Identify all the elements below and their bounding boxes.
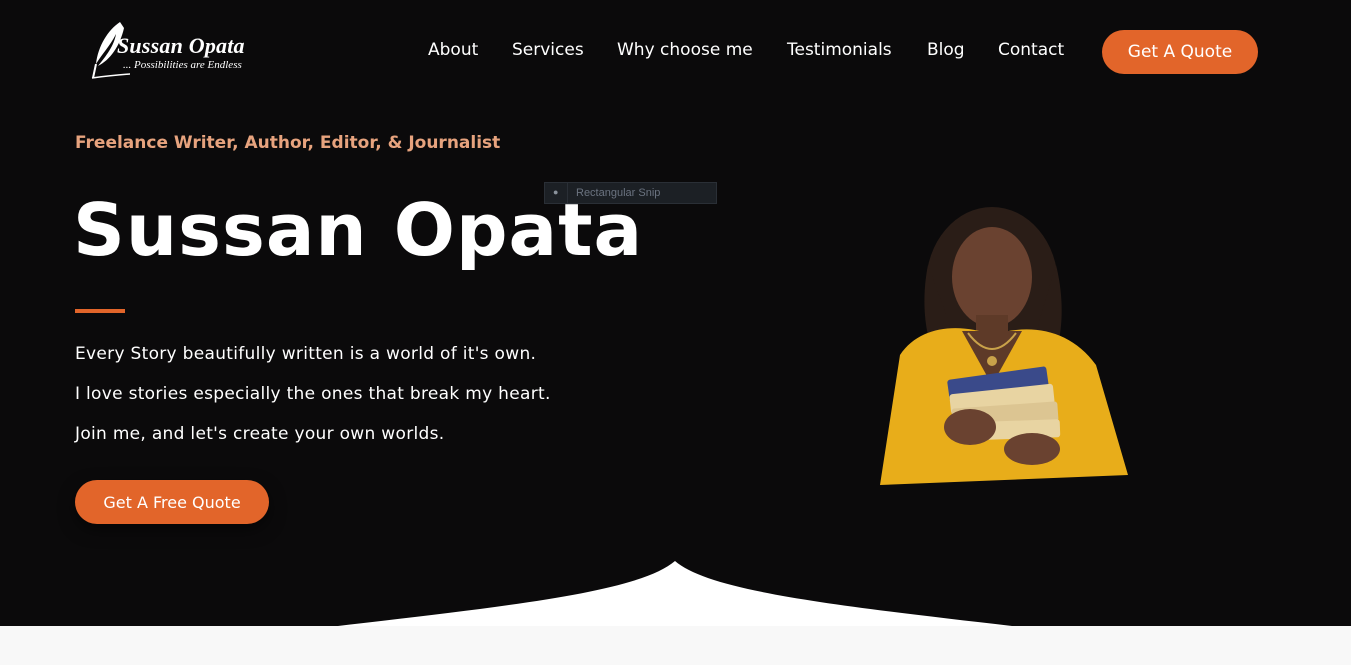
next-section-band <box>0 626 1351 665</box>
get-free-quote-button[interactable]: Get A Free Quote <box>75 480 269 524</box>
nav-testimonials[interactable]: Testimonials <box>787 40 892 60</box>
hero-paragraph-1: Every Story beautifully written is a wor… <box>75 344 537 364</box>
nav-blog[interactable]: Blog <box>927 40 965 60</box>
get-a-quote-button[interactable]: Get A Quote <box>1102 30 1258 74</box>
hero-subtitle: Freelance Writer, Author, Editor, & Jour… <box>75 133 501 153</box>
hero-paragraph-3: Join me, and let's create your own world… <box>75 424 445 444</box>
site-logo[interactable]: Sussan Opata ... Possibilities are Endle… <box>90 20 260 86</box>
logo-name: Sussan Opata <box>117 33 245 58</box>
nav-why-choose-me[interactable]: Why choose me <box>617 40 753 60</box>
accent-divider <box>75 309 125 313</box>
hero-title: Sussan Opata <box>73 188 644 272</box>
logo-tagline: ... Possibilities are Endless <box>123 59 242 71</box>
nav-about[interactable]: About <box>428 40 478 60</box>
nav-contact[interactable]: Contact <box>998 40 1064 60</box>
nav-services[interactable]: Services <box>512 40 584 60</box>
author-portrait <box>880 207 1128 485</box>
section-curve-divider <box>338 561 1012 626</box>
hero-paragraph-2: I love stories especially the ones that … <box>75 384 551 404</box>
